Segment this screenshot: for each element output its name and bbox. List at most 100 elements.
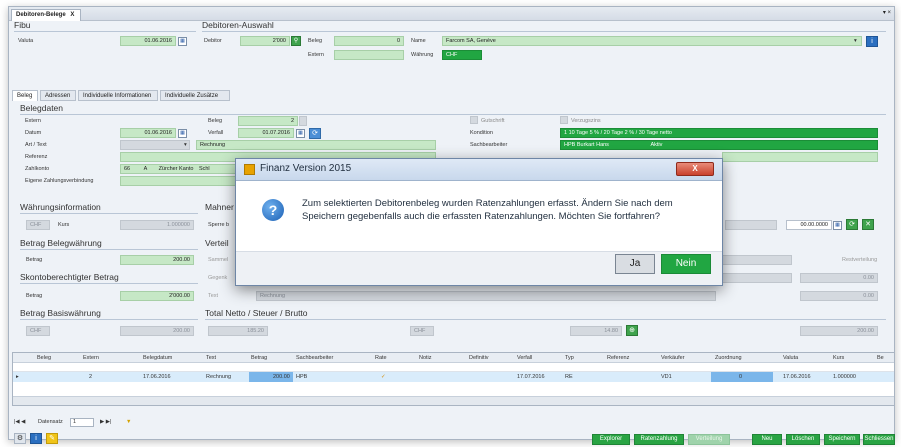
kondition-select[interactable]: 1 10 Tage 5 % / 20 Tage 2 % / 30 Tage ne… — [560, 128, 878, 138]
close-icon[interactable]: X — [676, 162, 714, 176]
table-row[interactable]: ▸ 2 17.06.2016 Rechnung 200.00 HPB ✓ 17.… — [13, 372, 894, 382]
debitor-field[interactable]: 2'000 — [240, 36, 290, 46]
chevron-down-icon[interactable]: ▾ — [184, 142, 187, 148]
cell-verkaeufer: VD1 — [661, 374, 672, 380]
loeschen-button[interactable]: Löschen — [786, 434, 820, 445]
sachbearbeiter-select[interactable]: HPB Burkart Hans Aktiv — [560, 140, 878, 150]
datum-field[interactable]: 01.06.2016 — [120, 128, 176, 138]
explorer-button[interactable]: Explorer — [592, 434, 630, 445]
column-header[interactable]: Kurs — [833, 355, 844, 361]
valuta-field[interactable]: 01.06.2016 — [120, 36, 176, 46]
schliessen-button[interactable]: Schliessen — [863, 434, 895, 445]
first-record-icon[interactable]: |◀ ◀ — [14, 419, 25, 425]
beleg-spinner[interactable] — [299, 116, 307, 126]
record-navigator: |◀ ◀ Datensatz 1 ▶ ▶| ▼ — [12, 418, 192, 428]
right-small-field[interactable] — [725, 220, 777, 230]
horizontal-scrollbar[interactable] — [13, 396, 894, 405]
column-header[interactable]: Definitiv — [469, 355, 489, 361]
tax-detail-icon[interactable]: ⊕ — [626, 325, 638, 336]
right-select[interactable] — [722, 152, 878, 162]
art-text-field[interactable]: Rechnung — [196, 140, 436, 150]
column-header[interactable]: Extern — [83, 355, 99, 361]
total-steuer[interactable]: 14.80 — [570, 326, 622, 336]
tab-beleg[interactable]: Beleg — [12, 90, 38, 101]
app-icon — [244, 164, 255, 175]
section-betrag-belegwaehrung: Betrag Belegwährung — [20, 238, 102, 248]
refresh-icon[interactable]: ⟳ — [846, 219, 858, 230]
column-header[interactable]: Text — [206, 355, 216, 361]
nein-button[interactable]: Nein — [661, 254, 711, 274]
column-header[interactable]: Notiz — [419, 355, 432, 361]
verteilung-select-2[interactable] — [722, 273, 792, 283]
tab-close-icon[interactable]: X — [70, 12, 74, 18]
delete-icon[interactable]: ✕ — [862, 219, 874, 230]
calendar-icon[interactable]: ▦ — [296, 129, 305, 138]
chevron-down-icon[interactable]: ▾ — [854, 38, 857, 44]
verzugszins-checkbox[interactable] — [560, 116, 568, 124]
beleg-field[interactable]: 2 — [238, 116, 298, 126]
name-field[interactable]: Farcom SA, Genève — [442, 36, 862, 46]
dialog-titlebar[interactable]: Finanz Version 2015 X — [236, 159, 722, 181]
skonto-betrag-field[interactable]: 2'000.00 — [120, 291, 194, 301]
ratenzahlung-button[interactable]: Ratenzahlung — [634, 434, 684, 445]
divider — [202, 31, 886, 32]
column-header[interactable]: Verfall — [517, 355, 532, 361]
column-header[interactable]: Belegdatum — [143, 355, 172, 361]
verteilung-select[interactable] — [722, 255, 792, 265]
verteilung-amount-1[interactable]: 0.00 — [800, 273, 878, 283]
right-date-field[interactable]: 00.00.0000 — [786, 220, 832, 230]
verfall-action-icon[interactable]: ⟳ — [309, 128, 321, 139]
basis-value[interactable]: 200.00 — [120, 326, 194, 336]
section-waehrungsinformation: Währungsinformation — [20, 202, 101, 212]
calendar-icon[interactable]: ▦ — [833, 221, 842, 230]
text-field[interactable]: Rechnung — [256, 291, 716, 301]
kurs-field[interactable]: 1.000000 — [120, 220, 194, 230]
tab-individuelle-informationen[interactable]: Individuelle Informationen — [78, 90, 158, 101]
currency-field[interactable]: CHF — [26, 220, 50, 230]
gutschrift-checkbox[interactable] — [470, 116, 478, 124]
extern-label: Extern — [308, 52, 324, 58]
column-header[interactable]: Verkäufer — [661, 355, 685, 361]
verteilung-amount-2[interactable]: 0.00 — [800, 291, 878, 301]
column-header[interactable]: Typ — [565, 355, 574, 361]
window-corner-controls[interactable]: ▾ × — [883, 9, 891, 16]
column-header[interactable]: Betrag — [251, 355, 267, 361]
column-header[interactable]: Be — [877, 355, 884, 361]
extern-field[interactable] — [334, 50, 404, 60]
art-select[interactable] — [120, 140, 190, 150]
verfall-field[interactable]: 01.07.2016 — [238, 128, 294, 138]
column-header[interactable]: Valuta — [783, 355, 798, 361]
betrag-field[interactable]: 200.00 — [120, 255, 194, 265]
column-header[interactable]: Sachbearbeiter — [296, 355, 333, 361]
filter-row[interactable] — [13, 363, 894, 372]
waehrung-select[interactable]: CHF — [442, 50, 482, 60]
total-currency[interactable]: CHF — [410, 326, 434, 336]
tab-adressen[interactable]: Adressen — [40, 90, 76, 101]
tab-individuelle-zusaetze[interactable]: Individuelle Zusätze — [160, 90, 230, 101]
total-netto[interactable]: 185.20 — [208, 326, 268, 336]
ja-button[interactable]: Ja — [615, 254, 655, 274]
datensatz-field[interactable]: 1 — [70, 418, 94, 427]
column-header[interactable]: Referenz — [607, 355, 629, 361]
note-icon[interactable]: ✎ — [46, 433, 58, 444]
info-icon[interactable]: i — [30, 433, 42, 444]
calendar-icon[interactable]: ▦ — [178, 129, 187, 138]
basis-currency[interactable]: CHF — [26, 326, 50, 336]
verteilung-button[interactable]: Verteilung — [688, 434, 730, 445]
column-header[interactable]: Beleg — [37, 355, 51, 361]
cell-typ: RE — [565, 374, 573, 380]
neu-button[interactable]: Neu — [752, 434, 782, 445]
column-header[interactable]: Zuordnung — [715, 355, 742, 361]
beleg-field[interactable]: 0 — [334, 36, 404, 46]
next-record-icon[interactable]: ▶ ▶| — [100, 419, 111, 425]
debitor-search-icon[interactable]: ⚲ — [291, 36, 301, 46]
speichern-button[interactable]: Speichern — [824, 434, 860, 445]
settings-icon[interactable]: ⚙ — [14, 433, 26, 444]
verfall-label: Verfall — [208, 130, 224, 136]
info-icon[interactable]: i — [866, 36, 878, 47]
calendar-icon[interactable]: ▦ — [178, 37, 187, 46]
eigene-zahlungsverbindung-field[interactable] — [120, 176, 236, 186]
column-header[interactable]: Rate — [375, 355, 387, 361]
total-brutto[interactable]: 200.00 — [800, 326, 878, 336]
filter-icon[interactable]: ▼ — [126, 419, 131, 425]
